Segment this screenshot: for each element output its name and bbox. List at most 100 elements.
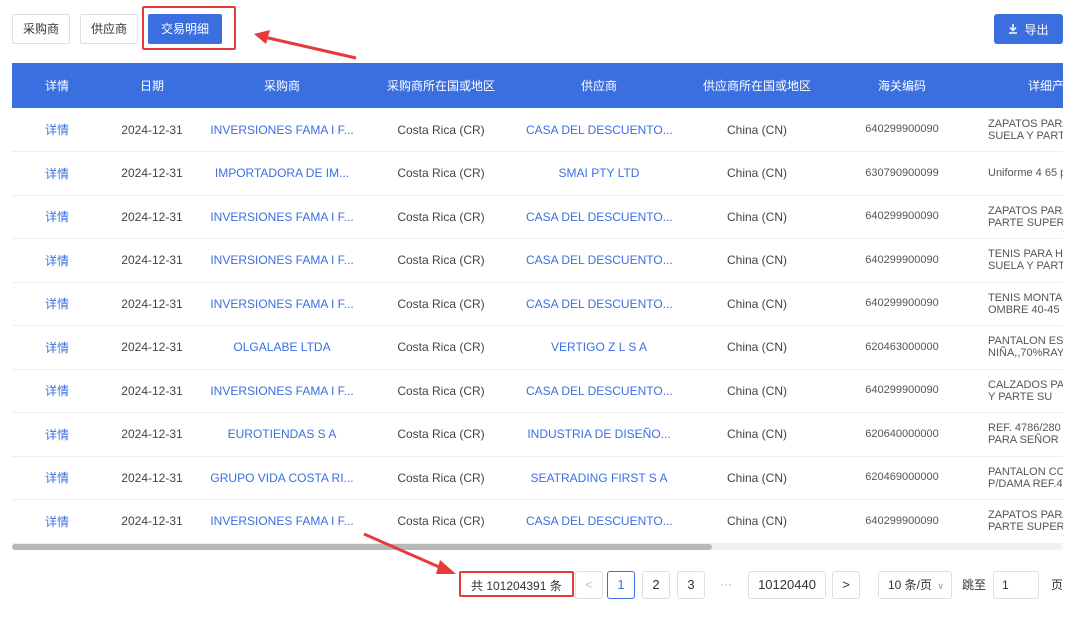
detail-link[interactable]: 详情 [12,108,102,152]
buyer-link[interactable]: IMPORTADORA DE IM... [202,151,362,196]
date-cell: 2024-12-31 [102,195,202,239]
detail-link[interactable]: 详情 [12,456,102,500]
product-cell: PANTALON COLEGI O P/DAMA REF.430 [968,456,1063,500]
date-cell: 2024-12-31 [102,499,202,544]
buyer-link[interactable]: OLGALABE LTDA [202,325,362,370]
page-1-button[interactable]: 1 [607,571,635,599]
hs-code-cell: 640299900090 [836,195,968,239]
col-date: 日期 [102,63,202,108]
buyer-link[interactable]: INVERSIONES FAMA I F... [202,282,362,326]
detail-link[interactable]: 详情 [12,151,102,196]
buyer-link[interactable]: INVERSIONES FAMA I F... [202,195,362,239]
product-cell: ZAPATOS PARA MU 1 SUELA Y PARTE SU [968,108,1063,152]
page-size-value: 10 条/页 [888,578,933,592]
supplier-link[interactable]: VERTIGO Z L S A [520,325,678,370]
date-cell: 2024-12-31 [102,369,202,413]
supplier-link[interactable]: CASA DEL DESCUENTO... [520,238,678,283]
col-supplier: 供应商 [520,63,678,108]
table-row: 详情 2024-12-31 INVERSIONES FAMA I F... Costa… [12,238,1063,283]
next-page-button[interactable]: > [832,571,860,599]
product-text: ZAPATOS PARA MU A Y PARTE SUPERIO [988,509,1063,534]
detail-link[interactable]: 详情 [12,369,102,413]
product-cell: CALZADOS PARA I SUELA Y PARTE SU [968,369,1063,413]
buyer-country-cell: Costa Rica (CR) [362,499,520,544]
col-product: 详细产品名称 [968,63,1063,108]
detail-link[interactable]: 详情 [12,499,102,544]
buyer-link[interactable]: INVERSIONES FAMA I F... [202,108,362,152]
detail-link[interactable]: 详情 [12,325,102,370]
transactions-table: 详情 日期 采购商 采购商所在国或地区 供应商 供应商所在国或地区 海关编码 详… [12,63,1063,551]
table-row: 详情 2024-12-31 GRUPO VIDA COSTA RI... Costa … [12,456,1063,500]
product-cell: REF. 4786/280 CAM EJIDO PARA SEÑOR [968,412,1063,457]
product-cell: TENIS MONTAÑERA OMBRE 40-45 SUE [968,282,1063,326]
detail-link[interactable]: 详情 [12,195,102,239]
product-text: CALZADOS PARA I SUELA Y PARTE SU [988,378,1063,403]
hs-code-cell: 630790900099 [836,151,968,196]
col-detail: 详情 [12,63,102,108]
date-cell: 2024-12-31 [102,282,202,326]
table-row: 详情 2024-12-31 INVERSIONES FAMA I F... Costa… [12,499,1063,544]
tab-buyers[interactable]: 采购商 [12,14,71,44]
supplier-link[interactable]: SMAI PTY LTD [520,151,678,196]
jump-label: 跳至 [962,578,987,592]
page-3-button[interactable]: 3 [677,571,705,599]
detail-link[interactable]: 详情 [12,282,102,326]
detail-link[interactable]: 详情 [12,412,102,457]
buyer-country-cell: Costa Rica (CR) [362,151,520,196]
page-suffix: 页 [1051,578,1064,592]
date-cell: 2024-12-31 [102,238,202,283]
supplier-link[interactable]: CASA DEL DESCUENTO... [520,108,678,152]
hs-code-cell: 640299900090 [836,238,968,283]
detail-link[interactable]: 详情 [12,238,102,283]
buyer-country-cell: Costa Rica (CR) [362,456,520,500]
hs-code-cell: 640299900090 [836,369,968,413]
horizontal-scrollbar-thumb[interactable] [12,544,712,550]
buyer-link[interactable]: EUROTIENDAS S A [202,412,362,457]
buyer-link[interactable]: INVERSIONES FAMA I F... [202,499,362,544]
supplier-link[interactable]: CASA DEL DESCUENTO... [520,499,678,544]
hs-code-cell: 620640000000 [836,412,968,457]
supplier-link[interactable]: CASA DEL DESCUENTO... [520,369,678,413]
supplier-link[interactable]: INDUSTRIA DE DISEÑO... [520,412,678,457]
supplier-country-cell: China (CN) [678,369,836,413]
export-label: 导出 [1024,22,1049,37]
supplier-country-cell: China (CN) [678,108,836,152]
col-buyer-country: 采购商所在国或地区 [362,63,520,108]
supplier-link[interactable]: SEATRADING FIRST S A [520,456,678,500]
last-page-button[interactable]: 10120440 [748,571,826,599]
product-text: ZAPATOS PARA MU A Y PARTE SUPERIO [988,204,1063,229]
product-text: ZAPATOS PARA MU 1 SUELA Y PARTE SU [988,117,1063,142]
col-hs-code: 海关编码 [836,63,968,108]
product-text: REF. 4786/280 CAM EJIDO PARA SEÑOR [988,422,1063,447]
page-2-button[interactable]: 2 [642,571,670,599]
buyer-link[interactable]: INVERSIONES FAMA I F... [202,238,362,283]
supplier-link[interactable]: CASA DEL DESCUENTO... [520,282,678,326]
annotation-arrow-tab [254,30,357,60]
tab-suppliers[interactable]: 供应商 [80,14,139,44]
buyer-link[interactable]: INVERSIONES FAMA I F... [202,369,362,413]
buyer-link[interactable]: GRUPO VIDA COSTA RI... [202,456,362,500]
table-row: 详情 2024-12-31 OLGALABE LTDA Costa Rica (CR)… [12,325,1063,370]
page-size-select[interactable]: 10 条/页 ∨ [878,571,952,599]
export-button[interactable]: 导出 [994,14,1063,44]
hs-code-cell: 640299900090 [836,282,968,326]
table-row: 详情 2024-12-31 IMPORTADORA DE IM... Costa Ri… [12,151,1063,196]
supplier-link[interactable]: CASA DEL DESCUENTO... [520,195,678,239]
pagination-ellipsis[interactable]: ··· [720,571,732,599]
product-text: TENIS PARA HOMB 4 SUELA Y PARTE S [988,248,1063,273]
jump-page-input[interactable] [993,571,1039,599]
highlight-box-tab [142,6,236,50]
date-cell: 2024-12-31 [102,456,202,500]
prev-page-button[interactable]: < [575,571,603,599]
supplier-country-cell: China (CN) [678,456,836,500]
table-row: 详情 2024-12-31 INVERSIONES FAMA I F... Costa… [12,108,1063,152]
product-cell: PANTALON ESCOL NIÑA,,70%RAYON [968,325,1063,370]
buyer-country-cell: Costa Rica (CR) [362,282,520,326]
buyer-country-cell: Costa Rica (CR) [362,238,520,283]
supplier-country-cell: China (CN) [678,325,836,370]
product-cell: ZAPATOS PARA MU A Y PARTE SUPERIO [968,499,1063,544]
product-cell: ZAPATOS PARA MU A Y PARTE SUPERIO [968,195,1063,239]
product-text: Uniforme 4 65 poli lgodón [988,167,1063,180]
product-text: PANTALON COLEGI O P/DAMA REF.430 [988,465,1063,490]
product-text: PANTALON ESCOL NIÑA,,70%RAYON [988,335,1063,360]
